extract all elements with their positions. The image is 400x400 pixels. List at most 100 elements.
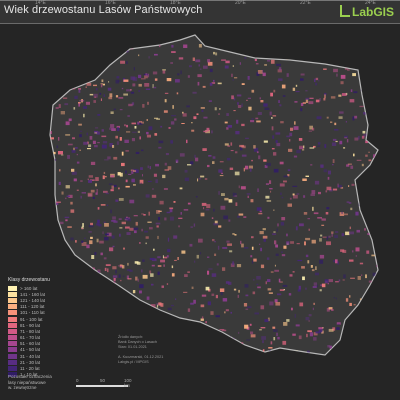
forest-patch: [351, 183, 355, 186]
forest-patch: [319, 289, 322, 292]
legend-label: 81 - 90 lat: [20, 322, 41, 328]
forest-patch: [340, 74, 346, 79]
forest-patch: [319, 98, 321, 102]
forest-patch: [318, 79, 320, 82]
forest-patch: [139, 136, 141, 140]
title-bar: Wiek drzewostanu Lasów Państwowych LabGI…: [0, 0, 400, 24]
forest-patch: [206, 204, 211, 209]
forest-patch: [161, 285, 164, 288]
forest-patch: [350, 277, 355, 279]
forest-patch: [205, 209, 210, 211]
forest-patch: [251, 260, 254, 264]
forest-patch: [260, 100, 264, 103]
forest-patch: [164, 217, 167, 221]
forest-patch: [205, 286, 210, 291]
forest-patch: [310, 265, 313, 268]
forest-patch: [219, 161, 224, 163]
forest-patch: [253, 258, 257, 262]
forest-patch: [247, 195, 249, 198]
forest-patch: [191, 286, 194, 289]
map-screen: Wiek drzewostanu Lasów Państwowych LabGI…: [0, 0, 400, 400]
forest-patch: [240, 186, 246, 190]
forest-patch: [176, 92, 179, 95]
legend: Klasy drzewostanu > 160 lat 141 - 160 lat…: [8, 277, 64, 378]
forest-patch: [243, 167, 245, 172]
forest-patch: [273, 209, 275, 211]
forest-patch: [235, 151, 238, 154]
forest-patch: [332, 164, 334, 166]
forest-patch: [153, 86, 157, 89]
forest-patch: [151, 264, 155, 267]
forest-patch: [58, 181, 61, 185]
forest-patch: [194, 260, 196, 263]
forest-patch: [153, 248, 155, 251]
forest-patch: [273, 329, 278, 332]
forest-patch: [145, 236, 149, 239]
forest-patch: [105, 233, 109, 236]
forest-patch: [121, 162, 125, 167]
forest-patch: [262, 228, 266, 231]
forest-patch: [137, 121, 140, 125]
forest-patch: [265, 195, 270, 199]
forest-patch: [234, 171, 240, 176]
forest-patch: [256, 283, 259, 285]
legend-swatch: [8, 322, 17, 328]
forest-patch: [111, 220, 116, 222]
forest-patch: [140, 182, 142, 184]
forest-patch: [350, 165, 354, 169]
forest-patch: [302, 102, 306, 104]
forest-patch: [126, 232, 131, 235]
forest-patch: [338, 279, 341, 282]
forest-patch: [89, 240, 93, 245]
forest-patch: [264, 319, 269, 322]
forest-patch: [213, 208, 215, 212]
legend-swatch: [8, 328, 17, 334]
forest-patch: [349, 226, 351, 230]
forest-patch: [194, 154, 196, 159]
forest-patch: [292, 193, 295, 196]
forest-patch: [134, 261, 139, 264]
forest-patch: [253, 145, 256, 149]
forest-patch: [107, 268, 109, 273]
forest-patch: [238, 289, 240, 293]
forest-patch: [224, 121, 228, 124]
forest-patch: [328, 279, 333, 283]
forest-patch: [202, 85, 206, 88]
forest-patch: [58, 151, 63, 155]
forest-patch: [71, 149, 76, 153]
forest-patch: [211, 293, 215, 296]
forest-patch: [88, 144, 92, 147]
coord-label: 20°E: [235, 0, 246, 6]
forest-patch: [91, 255, 95, 259]
forest-patch: [138, 74, 142, 79]
forest-patch: [155, 179, 158, 184]
forest-patch: [215, 294, 218, 299]
forest-patch: [271, 117, 273, 119]
forest-patch: [342, 279, 345, 281]
forest-patch: [299, 223, 304, 227]
legend-swatch: [8, 341, 17, 347]
forest-patch: [203, 130, 208, 133]
forest-patch: [132, 131, 137, 133]
forest-patch: [183, 209, 189, 211]
forest-patch: [305, 97, 309, 100]
forest-patch: [226, 157, 231, 161]
forest-patch: [211, 217, 214, 219]
forest-patch: [333, 297, 336, 299]
forest-patch: [248, 106, 252, 111]
forest-patch: [120, 60, 125, 64]
forest-patch: [341, 211, 343, 214]
forest-patch: [266, 257, 270, 260]
forest-patch: [83, 106, 87, 109]
forest-patch: [127, 262, 129, 266]
forest-patch: [112, 145, 115, 148]
forest-patch: [270, 59, 275, 64]
forest-patch: [133, 215, 138, 217]
forest-patch: [328, 307, 333, 310]
forest-patch: [201, 294, 207, 297]
forest-patch: [349, 302, 352, 306]
forest-patch: [267, 216, 270, 219]
forest-patch: [352, 250, 354, 253]
forest-patch: [182, 113, 187, 117]
forest-patch: [336, 327, 340, 330]
